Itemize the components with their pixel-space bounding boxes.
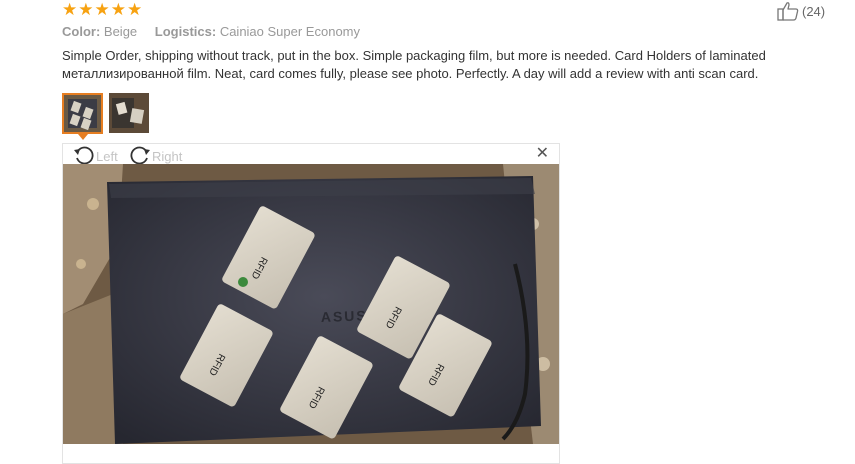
color-value: Beige	[103, 24, 138, 39]
review-thumbnail[interactable]	[62, 93, 103, 134]
rotate-right-label: Right	[152, 149, 183, 164]
close-icon[interactable]: ✕	[536, 146, 549, 162]
star-icon: ★	[78, 0, 94, 19]
review-text: Simple Order, shipping without track, pu…	[62, 48, 766, 81]
logistics-value: Cainiao Super Economy	[219, 24, 361, 39]
helpful-button[interactable]: (24)	[777, 1, 825, 21]
rotate-left-label: Left	[96, 149, 118, 164]
star-icon: ★	[62, 0, 78, 19]
star-icon: ★	[110, 0, 126, 19]
helpful-count: (24)	[802, 3, 826, 19]
review-meta: Color: Beige Logistics: Cainiao Super Ec…	[62, 24, 374, 39]
review-thumbnail[interactable]	[109, 93, 149, 133]
star-icon: ★	[127, 0, 143, 19]
star-icon: ★	[94, 0, 110, 19]
active-thumbnail-indicator	[78, 134, 88, 140]
image-viewer: Left Right ✕ ASUS RFID RFID RFID RFID RF…	[62, 143, 560, 464]
thumbs-up-icon	[777, 1, 799, 21]
review-photo: ASUS RFID RFID RFID RFID RFID	[63, 164, 559, 444]
rating-stars: ★ ★ ★ ★ ★	[62, 1, 142, 18]
logistics-label: Logistics:	[154, 24, 217, 39]
color-label: Color:	[62, 24, 101, 39]
viewer-toolbar: Left Right ✕	[63, 144, 559, 165]
review-thumbnails	[62, 93, 149, 134]
